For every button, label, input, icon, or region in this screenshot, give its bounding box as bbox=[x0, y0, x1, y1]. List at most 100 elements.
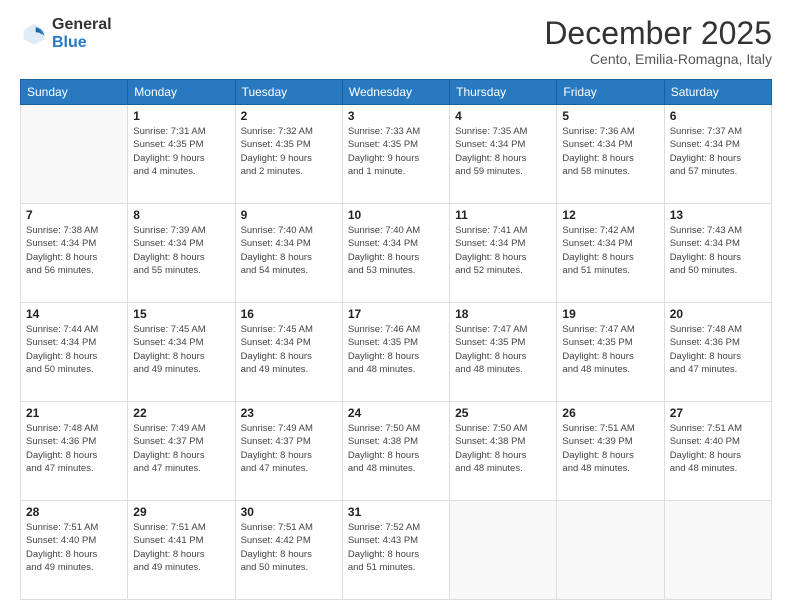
cell-info-text: Sunrise: 7:51 AMSunset: 4:39 PMDaylight:… bbox=[562, 422, 658, 475]
table-row: 14 Sunrise: 7:44 AMSunset: 4:34 PMDayligh… bbox=[21, 303, 128, 402]
day-header-friday: Friday bbox=[557, 80, 664, 105]
header: General Blue December 2025 Cento, Emilia… bbox=[20, 16, 772, 67]
table-row: 5Sunrise: 7:36 AMSunset: 4:34 PMDaylight… bbox=[557, 105, 664, 204]
cell-info-text: Sunrise: 7:33 AMSunset: 4:35 PMDaylight:… bbox=[348, 125, 444, 178]
cell-date-number: 9 bbox=[241, 208, 337, 222]
cell-date-number: 14 bbox=[26, 307, 122, 321]
table-row: 8 Sunrise: 7:39 AMSunset: 4:34 PMDaylight… bbox=[128, 204, 235, 303]
cell-date-number: 31 bbox=[348, 505, 444, 519]
table-row: 20 Sunrise: 7:48 AMSunset: 4:36 PMDayligh… bbox=[664, 303, 771, 402]
cell-info-text: Sunrise: 7:37 AMSunset: 4:34 PMDaylight:… bbox=[670, 125, 766, 178]
cell-info-text: Sunrise: 7:48 AMSunset: 4:36 PMDaylight:… bbox=[670, 323, 766, 376]
table-row: 19 Sunrise: 7:47 AMSunset: 4:35 PMDayligh… bbox=[557, 303, 664, 402]
table-row: 17 Sunrise: 7:46 AMSunset: 4:35 PMDayligh… bbox=[342, 303, 449, 402]
logo-general-text: General bbox=[52, 16, 112, 33]
table-row: 7Sunrise: 7:38 AMSunset: 4:34 PMDaylight… bbox=[21, 204, 128, 303]
table-row: 24 Sunrise: 7:50 AMSunset: 4:38 PMDayligh… bbox=[342, 402, 449, 501]
cell-info-text: Sunrise: 7:40 AMSunset: 4:34 PMDaylight:… bbox=[348, 224, 444, 277]
table-row bbox=[557, 501, 664, 600]
day-header-saturday: Saturday bbox=[664, 80, 771, 105]
calendar-week-row: 28 Sunrise: 7:51 AMSunset: 4:40 PMDayligh… bbox=[21, 501, 772, 600]
cell-info-text: Sunrise: 7:36 AMSunset: 4:34 PMDaylight:… bbox=[562, 125, 658, 178]
table-row: 25 Sunrise: 7:50 AMSunset: 4:38 PMDayligh… bbox=[450, 402, 557, 501]
table-row: 13Sunrise: 7:43 AMSunset: 4:34 PMDayligh… bbox=[664, 204, 771, 303]
day-header-thursday: Thursday bbox=[450, 80, 557, 105]
cell-info-text: Sunrise: 7:49 AMSunset: 4:37 PMDaylight:… bbox=[241, 422, 337, 475]
table-row: 29Sunrise: 7:51 AMSunset: 4:41 PMDayligh… bbox=[128, 501, 235, 600]
table-row: 30Sunrise: 7:51 AMSunset: 4:42 PMDayligh… bbox=[235, 501, 342, 600]
table-row: 31 Sunrise: 7:52 AMSunset: 4:43 PMDayligh… bbox=[342, 501, 449, 600]
cell-date-number: 27 bbox=[670, 406, 766, 420]
cell-date-number: 12 bbox=[562, 208, 658, 222]
cell-info-text: Sunrise: 7:48 AMSunset: 4:36 PMDaylight:… bbox=[26, 422, 122, 475]
cell-info-text: Sunrise: 7:38 AMSunset: 4:34 PMDaylight:… bbox=[26, 224, 122, 277]
table-row: 28 Sunrise: 7:51 AMSunset: 4:40 PMDayligh… bbox=[21, 501, 128, 600]
logo: General Blue bbox=[20, 16, 112, 51]
cell-date-number: 25 bbox=[455, 406, 551, 420]
table-row: 22Sunrise: 7:49 AMSunset: 4:37 PMDayligh… bbox=[128, 402, 235, 501]
table-row bbox=[450, 501, 557, 600]
cell-date-number: 17 bbox=[348, 307, 444, 321]
calendar-week-row: 1 Sunrise: 7:31 AMSunset: 4:35 PMDaylight… bbox=[21, 105, 772, 204]
cell-date-number: 26 bbox=[562, 406, 658, 420]
cell-info-text: Sunrise: 7:50 AMSunset: 4:38 PMDaylight:… bbox=[455, 422, 551, 475]
cell-date-number: 3 bbox=[348, 109, 444, 123]
cell-date-number: 10 bbox=[348, 208, 444, 222]
cell-date-number: 23 bbox=[241, 406, 337, 420]
cell-info-text: Sunrise: 7:42 AMSunset: 4:34 PMDaylight:… bbox=[562, 224, 658, 277]
table-row: 23 Sunrise: 7:49 AMSunset: 4:37 PMDayligh… bbox=[235, 402, 342, 501]
cell-date-number: 1 bbox=[133, 109, 229, 123]
cell-date-number: 4 bbox=[455, 109, 551, 123]
table-row: 2Sunrise: 7:32 AMSunset: 4:35 PMDaylight… bbox=[235, 105, 342, 204]
cell-info-text: Sunrise: 7:47 AMSunset: 4:35 PMDaylight:… bbox=[455, 323, 551, 376]
table-row: 9Sunrise: 7:40 AMSunset: 4:34 PMDaylight… bbox=[235, 204, 342, 303]
day-header-wednesday: Wednesday bbox=[342, 80, 449, 105]
calendar-week-row: 14 Sunrise: 7:44 AMSunset: 4:34 PMDayligh… bbox=[21, 303, 772, 402]
cell-date-number: 19 bbox=[562, 307, 658, 321]
table-row: 1 Sunrise: 7:31 AMSunset: 4:35 PMDaylight… bbox=[128, 105, 235, 204]
cell-info-text: Sunrise: 7:41 AMSunset: 4:34 PMDaylight:… bbox=[455, 224, 551, 277]
table-row bbox=[21, 105, 128, 204]
cell-info-text: Sunrise: 7:51 AMSunset: 4:40 PMDaylight:… bbox=[26, 521, 122, 574]
cell-date-number: 11 bbox=[455, 208, 551, 222]
table-row bbox=[664, 501, 771, 600]
table-row: 16Sunrise: 7:45 AMSunset: 4:34 PMDayligh… bbox=[235, 303, 342, 402]
calendar-header-row: Sunday Monday Tuesday Wednesday Thursday… bbox=[21, 80, 772, 105]
cell-info-text: Sunrise: 7:49 AMSunset: 4:37 PMDaylight:… bbox=[133, 422, 229, 475]
main-title: December 2025 bbox=[544, 16, 772, 51]
page: General Blue December 2025 Cento, Emilia… bbox=[0, 0, 792, 612]
cell-info-text: Sunrise: 7:32 AMSunset: 4:35 PMDaylight:… bbox=[241, 125, 337, 178]
cell-date-number: 15 bbox=[133, 307, 229, 321]
table-row: 26 Sunrise: 7:51 AMSunset: 4:39 PMDayligh… bbox=[557, 402, 664, 501]
day-header-sunday: Sunday bbox=[21, 80, 128, 105]
table-row: 18 Sunrise: 7:47 AMSunset: 4:35 PMDayligh… bbox=[450, 303, 557, 402]
day-header-tuesday: Tuesday bbox=[235, 80, 342, 105]
cell-date-number: 16 bbox=[241, 307, 337, 321]
cell-info-text: Sunrise: 7:50 AMSunset: 4:38 PMDaylight:… bbox=[348, 422, 444, 475]
calendar-week-row: 7Sunrise: 7:38 AMSunset: 4:34 PMDaylight… bbox=[21, 204, 772, 303]
cell-date-number: 8 bbox=[133, 208, 229, 222]
table-row: 11 Sunrise: 7:41 AMSunset: 4:34 PMDayligh… bbox=[450, 204, 557, 303]
table-row: 6Sunrise: 7:37 AMSunset: 4:34 PMDaylight… bbox=[664, 105, 771, 204]
cell-info-text: Sunrise: 7:35 AMSunset: 4:34 PMDaylight:… bbox=[455, 125, 551, 178]
logo-blue-text: Blue bbox=[52, 34, 87, 51]
cell-info-text: Sunrise: 7:47 AMSunset: 4:35 PMDaylight:… bbox=[562, 323, 658, 376]
title-block: December 2025 Cento, Emilia-Romagna, Ita… bbox=[544, 16, 772, 67]
cell-info-text: Sunrise: 7:46 AMSunset: 4:35 PMDaylight:… bbox=[348, 323, 444, 376]
cell-date-number: 24 bbox=[348, 406, 444, 420]
logo-icon bbox=[20, 20, 48, 48]
cell-date-number: 18 bbox=[455, 307, 551, 321]
cell-info-text: Sunrise: 7:31 AMSunset: 4:35 PMDaylight:… bbox=[133, 125, 229, 178]
cell-info-text: Sunrise: 7:52 AMSunset: 4:43 PMDaylight:… bbox=[348, 521, 444, 574]
cell-date-number: 28 bbox=[26, 505, 122, 519]
cell-info-text: Sunrise: 7:44 AMSunset: 4:34 PMDaylight:… bbox=[26, 323, 122, 376]
table-row: 10 Sunrise: 7:40 AMSunset: 4:34 PMDayligh… bbox=[342, 204, 449, 303]
calendar-week-row: 21Sunrise: 7:48 AMSunset: 4:36 PMDayligh… bbox=[21, 402, 772, 501]
cell-date-number: 20 bbox=[670, 307, 766, 321]
cell-info-text: Sunrise: 7:39 AMSunset: 4:34 PMDaylight:… bbox=[133, 224, 229, 277]
table-row: 27 Sunrise: 7:51 AMSunset: 4:40 PMDayligh… bbox=[664, 402, 771, 501]
table-row: 21Sunrise: 7:48 AMSunset: 4:36 PMDayligh… bbox=[21, 402, 128, 501]
cell-info-text: Sunrise: 7:51 AMSunset: 4:42 PMDaylight:… bbox=[241, 521, 337, 574]
day-header-monday: Monday bbox=[128, 80, 235, 105]
cell-info-text: Sunrise: 7:51 AMSunset: 4:40 PMDaylight:… bbox=[670, 422, 766, 475]
